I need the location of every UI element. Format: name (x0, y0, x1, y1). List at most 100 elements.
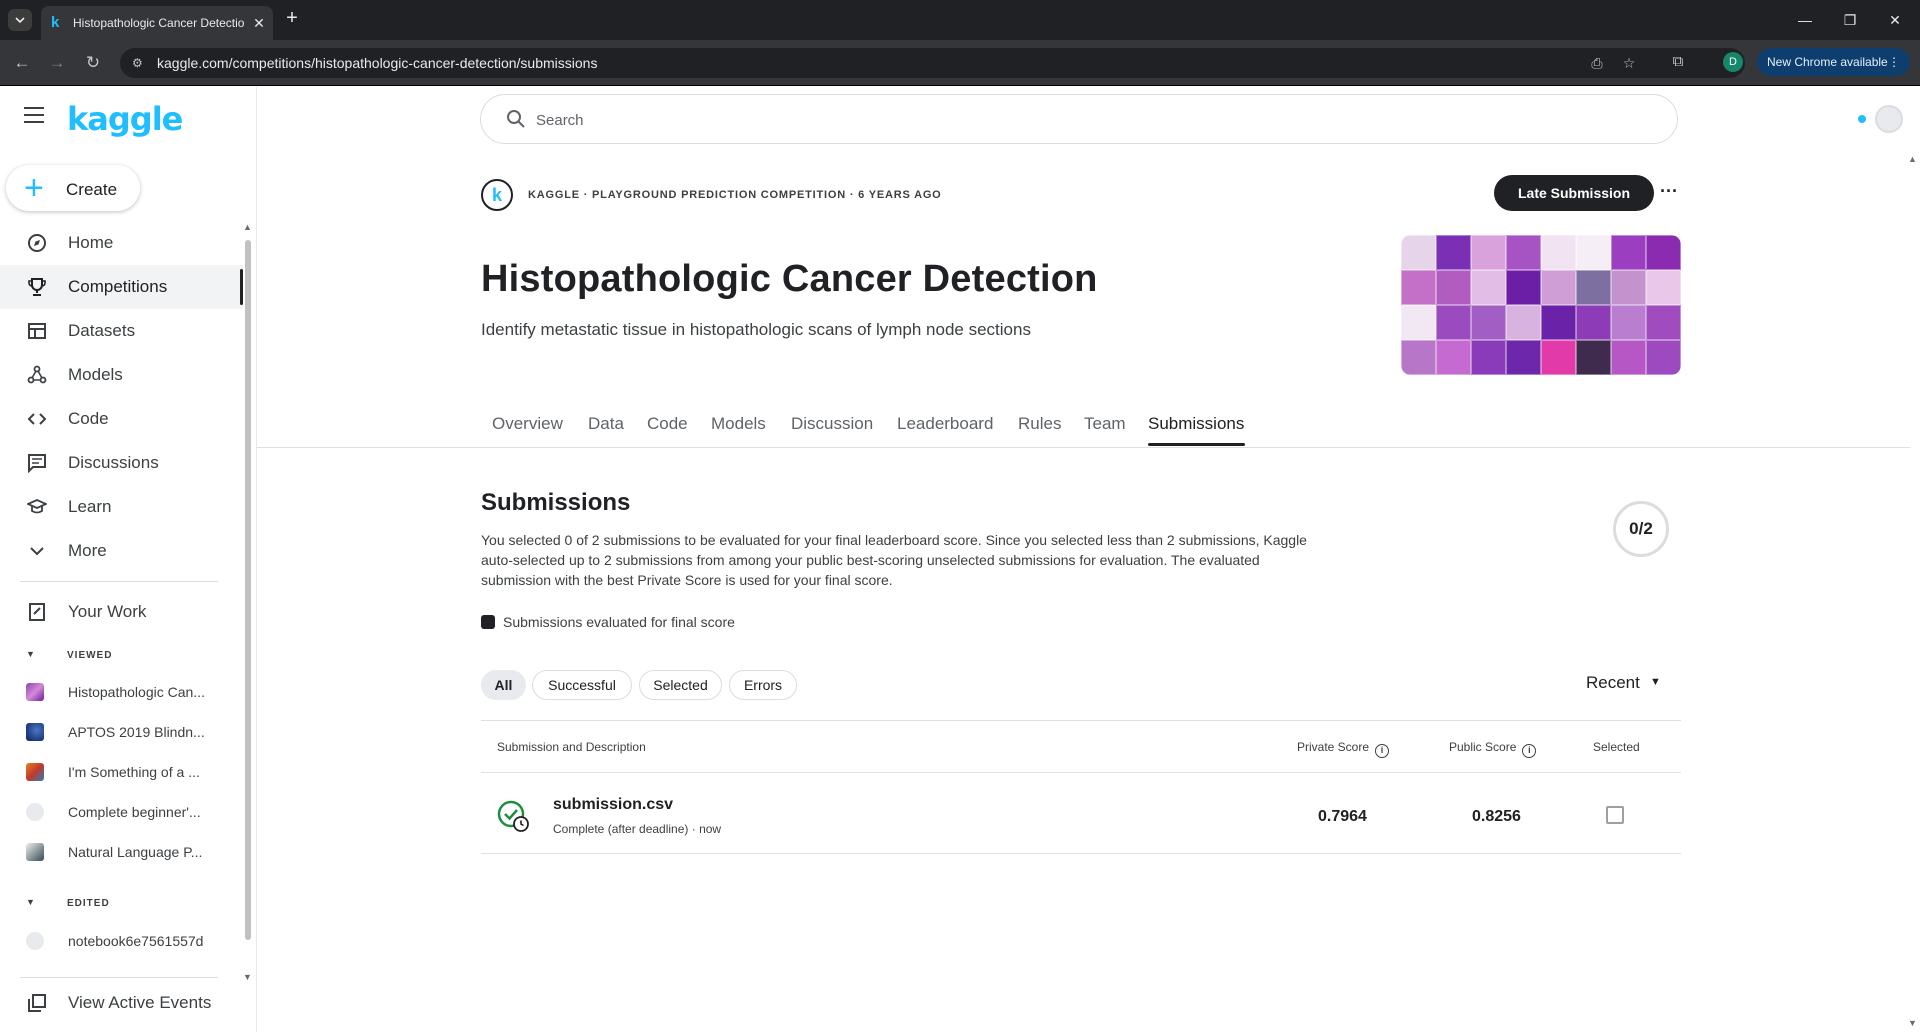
tab-rules[interactable]: Rules (1018, 414, 1061, 434)
search-icon (507, 110, 525, 128)
column-header-selected: Selected (1593, 740, 1640, 754)
new-tab-plus-icon[interactable]: + (282, 8, 302, 28)
avatar[interactable] (1875, 105, 1903, 133)
search-bar[interactable] (480, 94, 1678, 144)
url-text[interactable]: kaggle.com/competitions/histopathologic-… (157, 55, 597, 71)
tab-data[interactable]: Data (588, 414, 624, 434)
selected-count-badge: 0/2 (1613, 501, 1669, 557)
competition-header-image (1401, 235, 1681, 375)
recent-item-histopathologic[interactable]: Histopathologic Can... (0, 674, 230, 710)
chevron-down-icon (26, 541, 48, 561)
sidebar-item-code[interactable]: Code (0, 397, 243, 441)
caret-down-icon: ▼ (26, 649, 36, 659)
scroll-up-arrow-icon[interactable]: ▲ (1908, 154, 1917, 164)
table-row: submission.csv Complete (after deadline)… (481, 773, 1681, 854)
recent-item-nlp[interactable]: Natural Language P... (0, 834, 230, 870)
create-label: Create (66, 180, 118, 199)
address-bar[interactable]: ⚙ kaggle.com/competitions/histopathologi… (120, 48, 1745, 78)
filter-chip-all[interactable]: All (481, 670, 526, 700)
sidebar-item-datasets[interactable]: Datasets (0, 309, 243, 353)
tab-overview[interactable]: Overview (492, 414, 563, 434)
submission-file-name[interactable]: submission.csv (553, 796, 673, 814)
chrome-update-button[interactable]: New Chrome available ⋮ (1757, 48, 1910, 76)
tab-leaderboard[interactable]: Leaderboard (897, 414, 993, 434)
caret-down-icon[interactable]: ▼ (1650, 676, 1661, 688)
filter-chip-selected[interactable]: Selected (639, 670, 722, 700)
sidebar-scrollbar[interactable] (245, 240, 251, 940)
recent-item-notebook[interactable]: notebook6e7561557d (0, 923, 230, 959)
competition-meta: KAGGLE · PLAYGROUND PREDICTION COMPETITI… (528, 189, 942, 201)
back-arrow-icon[interactable]: ← (11, 52, 33, 74)
tab-submissions[interactable]: Submissions (1148, 414, 1244, 434)
sidebar-item-view-active-events[interactable]: View Active Events (0, 981, 243, 1025)
install-app-icon[interactable]: ⎙ (1588, 55, 1606, 71)
info-icon[interactable]: i (1522, 744, 1537, 758)
recent-item-label: I'm Something of a ... (68, 764, 200, 780)
sort-dropdown[interactable]: Recent (1586, 673, 1640, 693)
minimize-icon[interactable]: — (1795, 10, 1815, 30)
edited-section-header[interactable]: ▼ EDITED (26, 897, 110, 909)
kaggle-logo[interactable]: kaggle (67, 100, 183, 138)
sidebar-item-more[interactable]: More (0, 529, 243, 573)
bookmark-star-icon[interactable]: ☆ (1620, 55, 1638, 71)
filter-chip-successful[interactable]: Successful (532, 670, 632, 700)
info-icon[interactable]: i (1375, 744, 1390, 758)
edited-section-label: EDITED (67, 898, 110, 909)
trophy-icon (26, 277, 48, 297)
sidebar-item-learn[interactable]: Learn (0, 485, 243, 529)
recent-item-complete-beginner[interactable]: Complete beginner'... (0, 794, 230, 830)
competition-thumbnail (26, 763, 44, 781)
restore-icon[interactable]: ❐ (1840, 10, 1860, 30)
sidebar-item-models[interactable]: Models (0, 353, 243, 397)
window-close-icon[interactable]: ✕ (1885, 10, 1905, 30)
tab-search-button[interactable] (8, 9, 32, 31)
sidebar-item-home[interactable]: Home (0, 221, 243, 265)
create-button[interactable]: + Create (6, 165, 140, 211)
tab-code[interactable]: Code (647, 414, 688, 434)
search-input[interactable] (536, 110, 1436, 130)
scroll-down-arrow-icon[interactable]: ▼ (1908, 1018, 1917, 1028)
more-options-icon[interactable]: ··· (1657, 181, 1681, 205)
recent-item-label: Natural Language P... (68, 844, 203, 860)
viewed-section-header[interactable]: ▼ VIEWED (26, 649, 113, 661)
reload-icon[interactable]: ↻ (82, 52, 104, 74)
sidebar-divider (20, 581, 218, 582)
compass-icon (26, 233, 48, 253)
recent-item-aptos[interactable]: APTOS 2019 Blindn... (0, 714, 230, 750)
scroll-down-arrow-icon[interactable]: ▼ (243, 972, 252, 982)
recent-item-label: notebook6e7561557d (68, 933, 204, 949)
kaggle-favicon-icon: k (51, 14, 60, 31)
kaggle-competition-logo: k (481, 179, 513, 211)
sidebar-item-competitions[interactable]: Competitions (0, 265, 243, 309)
viewed-section-label: VIEWED (67, 650, 113, 661)
scroll-up-arrow-icon[interactable]: ▲ (243, 222, 252, 232)
selected-checkbox[interactable] (1606, 806, 1624, 824)
submissions-description: You selected 0 of 2 submissions to be ev… (481, 532, 1307, 588)
sidebar-item-label: Competitions (68, 277, 168, 296)
browser-tab-active[interactable]: k Histopathologic Cancer Detection ✕ (41, 6, 273, 40)
sidebar-item-your-work[interactable]: Your Work (0, 590, 243, 634)
models-icon (26, 365, 48, 385)
sidebar-divider (20, 977, 218, 978)
tab-discussion[interactable]: Discussion (791, 414, 873, 434)
competition-thumbnail (26, 683, 44, 701)
kaggle-sidebar: kaggle + Create Home Competitions Datase… (0, 87, 257, 1032)
close-icon[interactable]: ✕ (251, 15, 267, 31)
public-score-label: Public Score (1449, 740, 1517, 754)
caret-down-icon: ▼ (26, 897, 36, 907)
tab-team[interactable]: Team (1084, 414, 1126, 434)
plus-icon: + (24, 169, 44, 207)
forward-arrow-icon[interactable]: → (46, 52, 68, 74)
competition-thumbnail (26, 843, 44, 861)
extensions-puzzle-icon[interactable]: ⧉ (1668, 52, 1688, 72)
recent-item-gan[interactable]: I'm Something of a ... (0, 754, 230, 790)
filter-chip-errors[interactable]: Errors (729, 670, 797, 700)
chevron-down-icon (15, 17, 25, 23)
hamburger-menu-icon[interactable] (24, 107, 46, 129)
profile-avatar[interactable]: D (1723, 52, 1743, 72)
site-settings-icon[interactable]: ⚙ (132, 55, 148, 71)
recent-item-label: APTOS 2019 Blindn... (68, 724, 205, 740)
sidebar-item-discussions[interactable]: Discussions (0, 441, 243, 485)
late-submission-button[interactable]: Late Submission (1494, 175, 1654, 211)
tab-models[interactable]: Models (711, 414, 766, 434)
